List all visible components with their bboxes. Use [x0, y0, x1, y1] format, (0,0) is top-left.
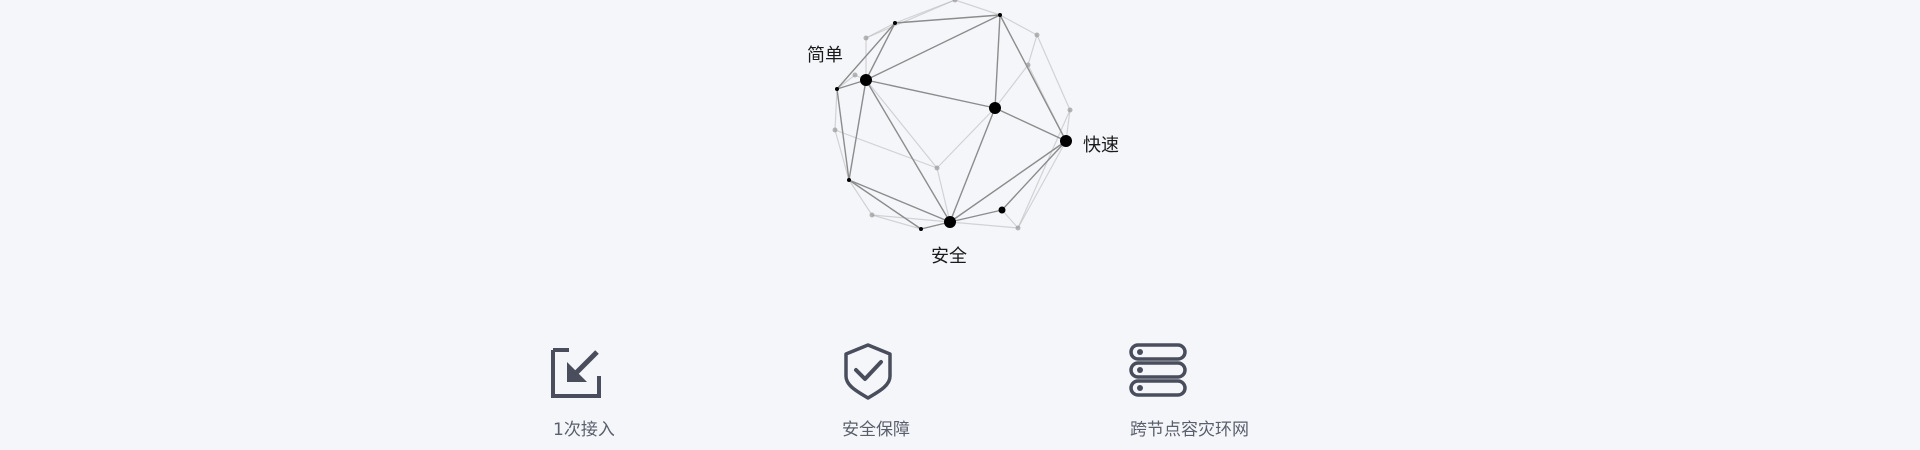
graph-edge — [848, 179, 951, 223]
graph-edge — [949, 140, 1067, 223]
graph-edge — [834, 88, 838, 131]
graph-node — [832, 127, 838, 133]
graph-edge — [994, 14, 1001, 109]
feature-label-access: 1次接入 — [553, 420, 615, 440]
graph-edge — [954, 0, 1001, 16]
graph-node — [893, 21, 897, 25]
graph-label-fast: 快速 — [1083, 135, 1119, 156]
graph-edge — [848, 79, 867, 181]
graph-node — [1025, 62, 1031, 68]
graph-node — [952, 0, 958, 3]
graph-edge — [1001, 209, 1019, 229]
feature-list: 1次接入 安全保障 跨节点容灾环网 — [0, 330, 1920, 450]
graph-node — [989, 102, 1001, 114]
graph-edge — [834, 129, 850, 181]
graph-node — [860, 74, 872, 86]
graph-edge — [949, 221, 1019, 229]
network-graph: 简单 快速 安全 — [0, 0, 1920, 290]
graph-node — [1015, 225, 1021, 231]
graph-node — [1034, 32, 1040, 38]
import-arrow-icon — [551, 348, 601, 398]
graph-node — [944, 216, 956, 228]
graph-edge — [1036, 34, 1071, 111]
graph-node — [835, 87, 839, 91]
feature-label-security: 安全保障 — [842, 420, 910, 440]
graph-node — [998, 13, 1002, 17]
shield-check-icon — [844, 343, 892, 400]
server-stack-icon — [1129, 343, 1187, 397]
graph-node — [1067, 107, 1073, 113]
page: 简单 快速 安全 1次接入 安全保障 跨节点容灾环网 — [0, 0, 1920, 450]
graph-label-simple: 简单 — [807, 45, 843, 66]
graph-node — [1060, 135, 1072, 147]
graph-node — [934, 165, 940, 171]
graph-node — [863, 35, 869, 41]
graph-label-secure: 安全 — [931, 246, 967, 267]
graph-edge — [994, 64, 1029, 109]
graph-edge — [936, 167, 951, 223]
graph-edge — [936, 107, 996, 169]
graph-edge — [1027, 34, 1038, 66]
graph-edge — [865, 14, 1001, 81]
graph-node — [919, 227, 923, 231]
graph-node — [869, 212, 875, 218]
feature-label-disaster-recovery: 跨节点容灾环网 — [1130, 420, 1249, 440]
graph-node — [998, 206, 1006, 214]
graph-node — [852, 72, 858, 78]
graph-node — [847, 178, 851, 182]
graph-edge — [848, 179, 922, 230]
graph-edge — [949, 107, 996, 223]
graph-edge — [994, 107, 1067, 142]
